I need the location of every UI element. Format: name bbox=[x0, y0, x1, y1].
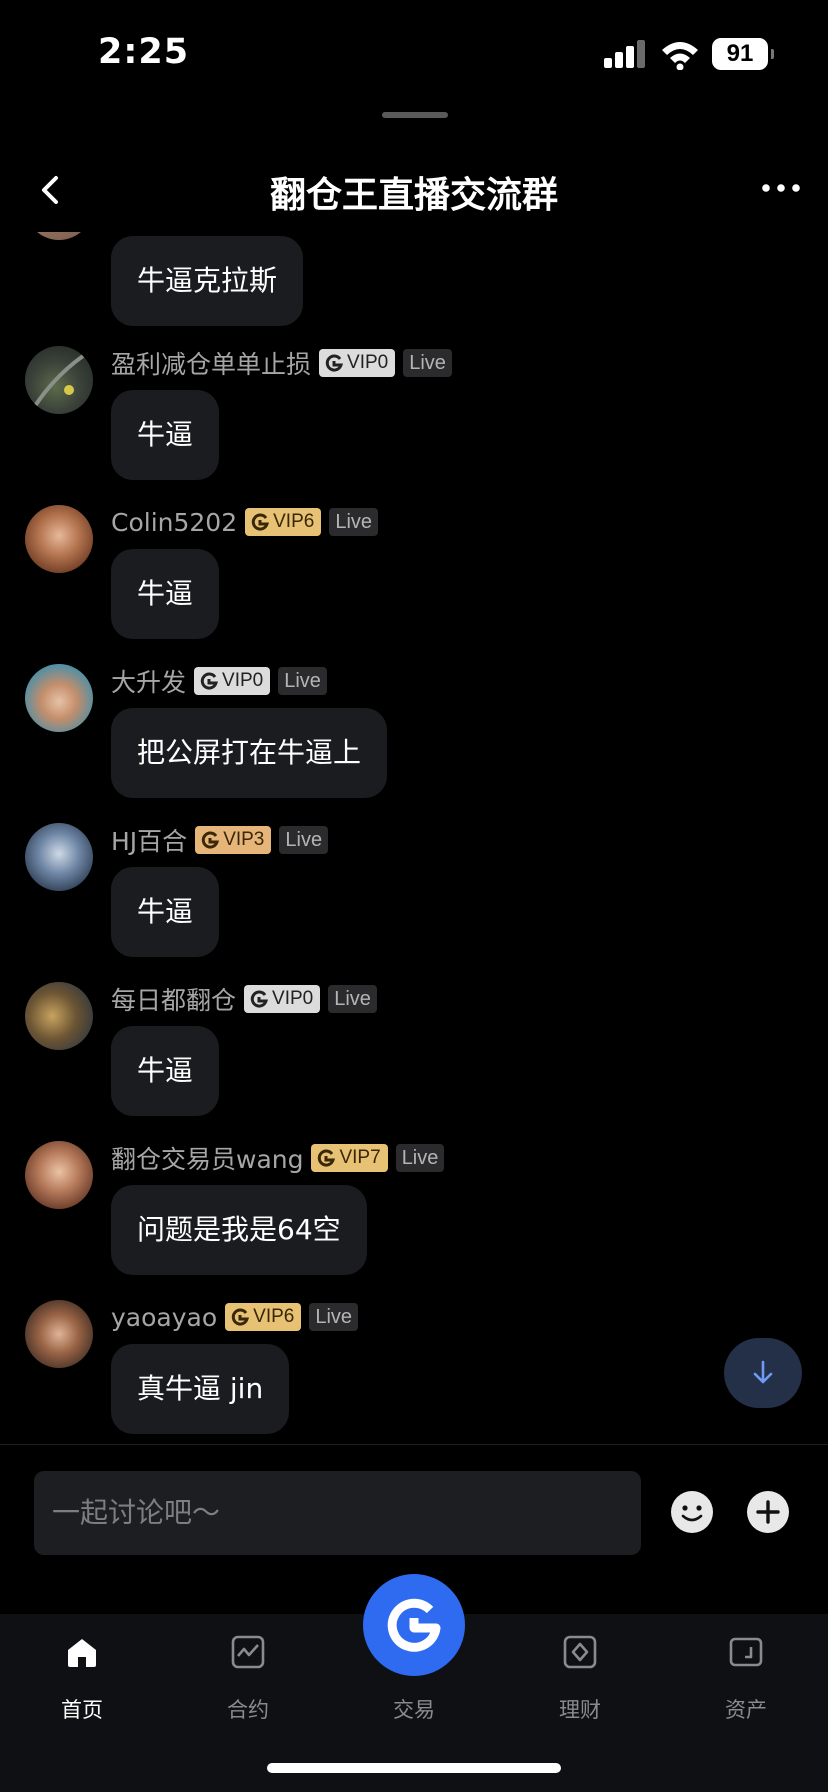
username[interactable]: yaoayao bbox=[111, 1303, 217, 1332]
emoji-icon[interactable] bbox=[670, 1490, 714, 1534]
username[interactable]: 大升发 bbox=[111, 663, 186, 699]
username[interactable]: 翻仓交易员wang bbox=[111, 1140, 303, 1176]
message-meta: 翻仓交易员wang VIP7 Live bbox=[111, 1140, 445, 1176]
message-bubble[interactable]: 问题是我是64空 bbox=[111, 1185, 367, 1275]
message-bubble[interactable]: 牛逼 bbox=[111, 390, 220, 480]
vip-badge: VIP0 bbox=[194, 667, 271, 695]
avatar[interactable] bbox=[25, 664, 93, 732]
tab-finance[interactable]: 理财 bbox=[510, 1614, 650, 1734]
tab-label: 交易 bbox=[393, 1698, 435, 1722]
brand-logo-icon bbox=[325, 354, 344, 372]
avatar[interactable] bbox=[25, 1300, 93, 1368]
avatar[interactable] bbox=[25, 1141, 93, 1209]
username[interactable]: Colin5202 bbox=[111, 508, 237, 537]
avatar[interactable] bbox=[25, 982, 93, 1050]
message-bubble[interactable]: 牛逼 bbox=[111, 867, 220, 957]
live-badge: Live bbox=[278, 667, 327, 695]
tab-label: 合约 bbox=[227, 1698, 269, 1722]
cellular-signal-icon bbox=[604, 40, 646, 68]
message-meta: Colin5202 VIP6 Live bbox=[111, 505, 379, 539]
live-badge: Live bbox=[309, 1303, 359, 1331]
sheet-grab-handle[interactable] bbox=[382, 112, 448, 118]
trade-logo-icon bbox=[387, 1598, 441, 1652]
more-options-icon[interactable] bbox=[760, 178, 802, 198]
chart-icon bbox=[231, 1635, 265, 1669]
scroll-to-bottom-button[interactable] bbox=[724, 1338, 802, 1408]
trade-button[interactable] bbox=[363, 1574, 465, 1676]
tab-label: 资产 bbox=[725, 1698, 767, 1722]
vip-level: VIP0 bbox=[222, 670, 264, 691]
message-bubble[interactable]: 把公屏打在牛逼上 bbox=[111, 708, 388, 798]
live-badge: Live bbox=[279, 826, 329, 854]
brand-logo-icon bbox=[202, 831, 220, 849]
status-bar: 2:25 91 bbox=[0, 0, 828, 110]
message-bubble[interactable]: 牛逼 bbox=[111, 549, 220, 639]
tab-home[interactable]: 首页 bbox=[12, 1614, 152, 1734]
vip-level: VIP6 bbox=[273, 511, 315, 532]
username[interactable]: 每日都翻仓 bbox=[111, 981, 236, 1017]
battery-indicator: 91 bbox=[712, 38, 774, 70]
vip-badge: VIP0 bbox=[244, 985, 321, 1013]
message-meta: yaoayao VIP6 Live bbox=[111, 1300, 359, 1334]
message-meta: 大升发 VIP0 Live bbox=[111, 664, 327, 698]
nav-bar: 翻仓王直播交流群 bbox=[0, 150, 828, 230]
add-attachment-icon[interactable] bbox=[746, 1490, 790, 1534]
status-time: 2:25 bbox=[98, 32, 190, 72]
message-bubble[interactable]: 牛逼 bbox=[111, 1026, 220, 1116]
avatar[interactable] bbox=[25, 232, 93, 240]
vip-level: VIP7 bbox=[339, 1147, 381, 1168]
message-input[interactable]: 一起讨论吧～ bbox=[34, 1471, 641, 1555]
home-indicator bbox=[267, 1763, 561, 1773]
vip-badge: VIP3 bbox=[195, 826, 272, 854]
message-meta: HJ百合 VIP3 Live bbox=[111, 822, 329, 858]
vip-badge: VIP6 bbox=[245, 508, 322, 536]
brand-logo-icon bbox=[318, 1149, 336, 1167]
vip-badge: VIP7 bbox=[311, 1144, 388, 1172]
wallet-icon bbox=[729, 1637, 763, 1667]
tab-label: 首页 bbox=[61, 1698, 103, 1722]
username[interactable]: 盈利减仓单单止损 bbox=[111, 345, 311, 381]
chat-message-list[interactable]: 牛逼克拉斯 盈利减仓单单止损 VIP0 Live 牛逼 Colin5202 VI… bbox=[0, 232, 828, 1442]
brand-logo-icon bbox=[200, 672, 219, 690]
vip-level: VIP0 bbox=[272, 988, 314, 1009]
brand-logo-icon bbox=[250, 990, 269, 1008]
composer-divider bbox=[0, 1444, 828, 1445]
message-meta: 盈利减仓单单止损 VIP0 Live bbox=[111, 346, 452, 380]
vip-level: VIP3 bbox=[223, 829, 265, 850]
message-meta: 每日都翻仓 VIP0 Live bbox=[111, 982, 377, 1016]
live-badge: Live bbox=[395, 1144, 445, 1172]
avatar[interactable] bbox=[25, 346, 93, 414]
message-bubble[interactable]: 真牛逼 jin bbox=[111, 1344, 290, 1434]
tab-label: 理财 bbox=[559, 1698, 601, 1722]
avatar[interactable] bbox=[25, 505, 93, 573]
live-badge: Live bbox=[328, 985, 377, 1013]
username[interactable]: HJ百合 bbox=[111, 822, 187, 858]
vip-level: VIP0 bbox=[347, 352, 389, 373]
finance-icon bbox=[563, 1635, 597, 1669]
brand-logo-icon bbox=[231, 1308, 250, 1326]
live-badge: Live bbox=[329, 508, 379, 536]
brand-logo-icon bbox=[251, 513, 270, 531]
tab-contracts[interactable]: 合约 bbox=[178, 1614, 318, 1734]
live-badge: Live bbox=[403, 349, 452, 377]
vip-badge: VIP6 bbox=[225, 1303, 302, 1331]
home-icon bbox=[68, 1639, 96, 1667]
tab-assets[interactable]: 资产 bbox=[676, 1614, 816, 1734]
wifi-icon bbox=[662, 42, 698, 70]
arrow-down-icon bbox=[753, 1360, 773, 1384]
message-bubble[interactable]: 牛逼克拉斯 bbox=[111, 236, 304, 326]
vip-level: VIP6 bbox=[253, 1306, 295, 1327]
page-title: 翻仓王直播交流群 bbox=[269, 175, 558, 216]
avatar[interactable] bbox=[25, 823, 93, 891]
vip-badge: VIP0 bbox=[319, 349, 396, 377]
